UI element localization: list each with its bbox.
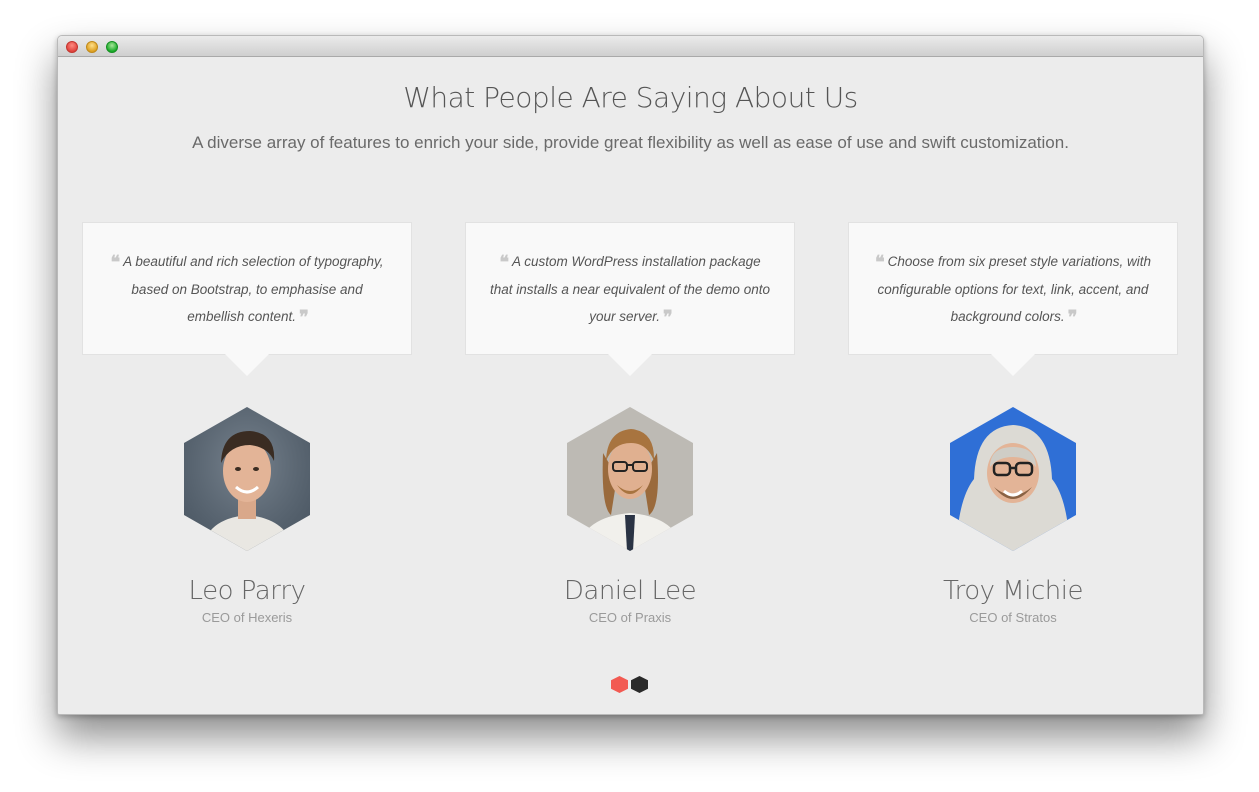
close-quote-icon: ❞ [299, 307, 309, 328]
testimonial-card: ❝ A custom WordPress installation package… [465, 222, 795, 376]
person-name: Troy Michie [943, 576, 1083, 606]
person-role: CEO of Hexeris [201, 610, 293, 625]
browser-window: What People Are Saying About Us A divers… [57, 35, 1204, 715]
open-quote-icon: ❝ [499, 252, 509, 273]
window-titlebar [58, 36, 1203, 57]
testimonial-quote: ❝ Choose from six preset style variations… [873, 248, 1153, 331]
avatar-leo-parry [184, 407, 310, 551]
pagination-dot-1[interactable] [611, 676, 628, 693]
testimonial-card: ❝ A beautiful and rich selection of typog… [82, 222, 412, 376]
person-name: Leo Parry [188, 576, 306, 606]
open-quote-icon: ❝ [110, 252, 120, 273]
carousel-pagination [611, 676, 651, 694]
pagination-dot-2[interactable] [631, 676, 648, 693]
testimonial-quote: ❝ A custom WordPress installation package… [490, 248, 770, 331]
avatar-daniel-lee [567, 407, 693, 551]
testimonial-quote: ❝ A beautiful and rich selection of typog… [107, 248, 387, 331]
close-quote-icon: ❞ [1067, 307, 1078, 328]
section-subtitle: A diverse array of features to enrich yo… [192, 133, 1069, 152]
close-quote-icon: ❞ [663, 307, 673, 328]
open-quote-icon: ❝ [874, 252, 885, 273]
person-role: CEO of Stratos [969, 610, 1057, 625]
quote-text: A beautiful and rich selection of typogr… [123, 254, 384, 324]
testimonials-section: What People Are Saying About Us A divers… [58, 57, 1203, 714]
testimonial-card: ❝ Choose from six preset style variations… [848, 222, 1178, 376]
person-name: Daniel Lee [563, 576, 697, 606]
avatar-troy-michie [950, 407, 1076, 551]
quote-text: Choose from six preset style variations,… [877, 254, 1152, 324]
quote-text: A custom WordPress installation package … [490, 254, 770, 324]
close-window-button[interactable] [66, 41, 78, 53]
maximize-window-button[interactable] [106, 41, 118, 53]
person-role: CEO of Praxis [588, 610, 672, 625]
section-title: What People Are Saying About Us [403, 81, 858, 114]
minimize-window-button[interactable] [86, 41, 98, 53]
